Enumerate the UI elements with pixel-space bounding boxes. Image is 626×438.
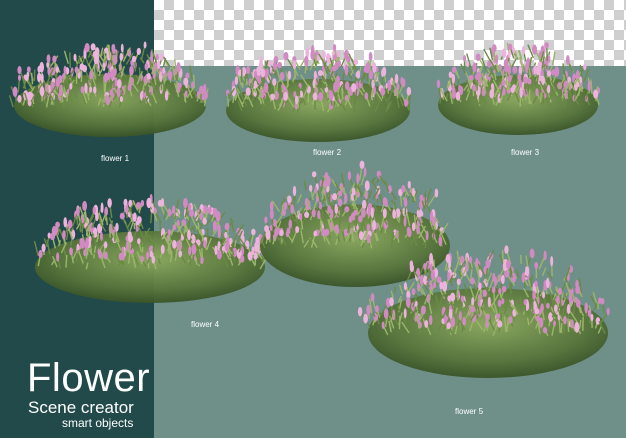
flower-3-caption: flower 3 xyxy=(511,148,540,157)
flower-2-caption: flower 2 xyxy=(313,148,342,157)
flower-3-plant xyxy=(436,42,601,135)
flower-1-plant xyxy=(8,41,209,137)
flower-2-plant xyxy=(226,44,412,142)
flower-1-caption: flower 1 xyxy=(101,154,130,163)
flower-4-plant xyxy=(33,193,267,303)
flower-4-caption: flower 4 xyxy=(191,320,220,329)
brand-subtitle: Scene creator xyxy=(28,398,134,417)
flower-5-caption: flower 5 xyxy=(455,407,484,416)
brand-tagline: smart objects xyxy=(62,416,134,430)
brand-title: Flower xyxy=(27,356,151,400)
flower-5-plant xyxy=(259,160,610,378)
